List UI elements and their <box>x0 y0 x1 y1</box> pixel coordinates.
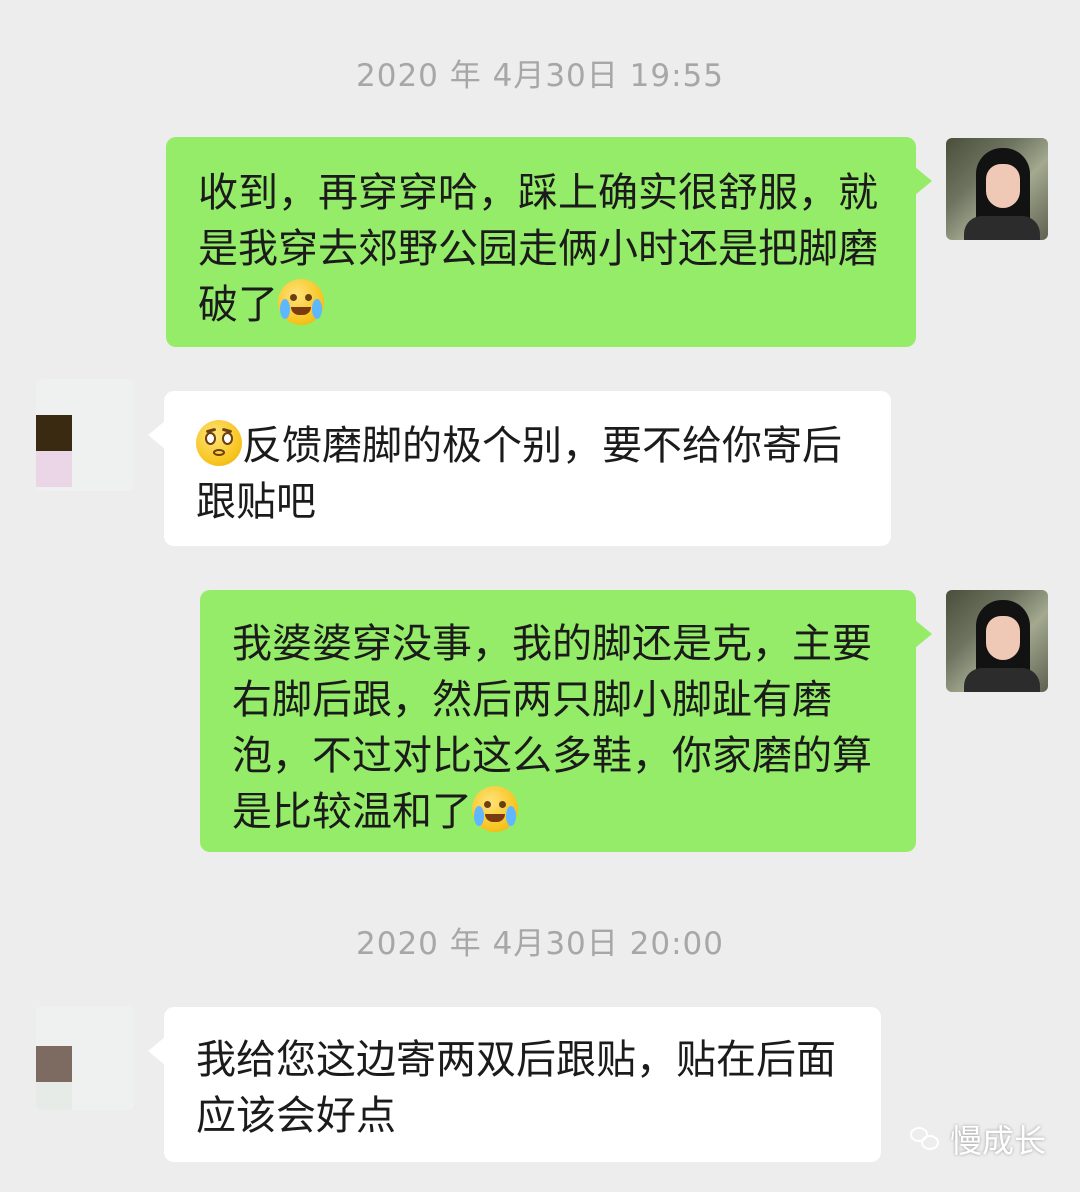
message-bubble-sent[interactable]: 我婆婆穿没事，我的脚还是克，主要右脚后跟，然后两只脚小脚趾有磨泡，不过对比这么多… <box>200 590 932 852</box>
message-text: 我给您这边寄两双后跟贴，贴在后面应该会好点 <box>196 1037 836 1139</box>
avatar[interactable] <box>946 138 1048 240</box>
bubble-tail <box>148 1037 165 1065</box>
timestamp: 2020 年 4月30日 19:55 <box>356 58 724 94</box>
bubble-tail <box>915 167 932 195</box>
message-text: 我婆婆穿没事，我的脚还是克，主要右脚后跟，然后两只脚小脚趾有磨泡，不过对比这么多… <box>232 621 872 835</box>
message-bubble-sent[interactable]: 收到，再穿穿哈，踩上确实很舒服，就是我穿去郊野公园走俩小时还是把脚磨破了 <box>166 137 932 347</box>
bubble-tail <box>148 421 165 449</box>
message-bubble-received[interactable]: 反馈磨脚的极个别，要不给你寄后跟贴吧 <box>148 391 891 546</box>
watermark: 慢成长 <box>909 1116 1046 1162</box>
bubble-tail <box>915 620 932 648</box>
avatar[interactable] <box>36 379 134 491</box>
pleading-face-icon <box>196 420 242 466</box>
watermark-text: 慢成长 <box>949 1122 1046 1160</box>
loudly-crying-face-icon <box>278 279 324 325</box>
avatar[interactable] <box>36 1006 134 1110</box>
message-bubble-received[interactable]: 我给您这边寄两双后跟贴，贴在后面应该会好点 <box>148 1007 881 1162</box>
timestamp: 2020 年 4月30日 20:00 <box>356 926 724 962</box>
wechat-icon <box>909 1127 940 1151</box>
message-text: 反馈磨脚的极个别，要不给你寄后跟贴吧 <box>196 423 842 525</box>
loudly-crying-face-icon <box>472 786 518 832</box>
avatar[interactable] <box>946 590 1048 692</box>
